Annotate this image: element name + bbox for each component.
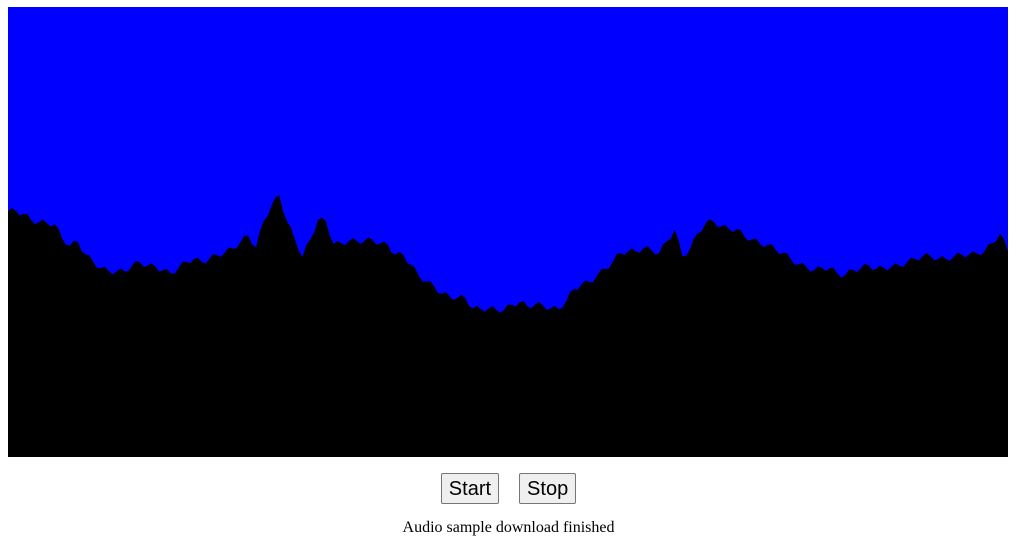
audio-waveform-svg bbox=[8, 7, 1008, 457]
status-message: Audio sample download finished bbox=[402, 519, 615, 536]
playback-controls: Start Stop bbox=[0, 473, 1017, 504]
start-button[interactable]: Start bbox=[440, 473, 500, 504]
stop-button[interactable]: Stop bbox=[519, 473, 577, 504]
audio-visualizer-canvas bbox=[8, 7, 1008, 457]
